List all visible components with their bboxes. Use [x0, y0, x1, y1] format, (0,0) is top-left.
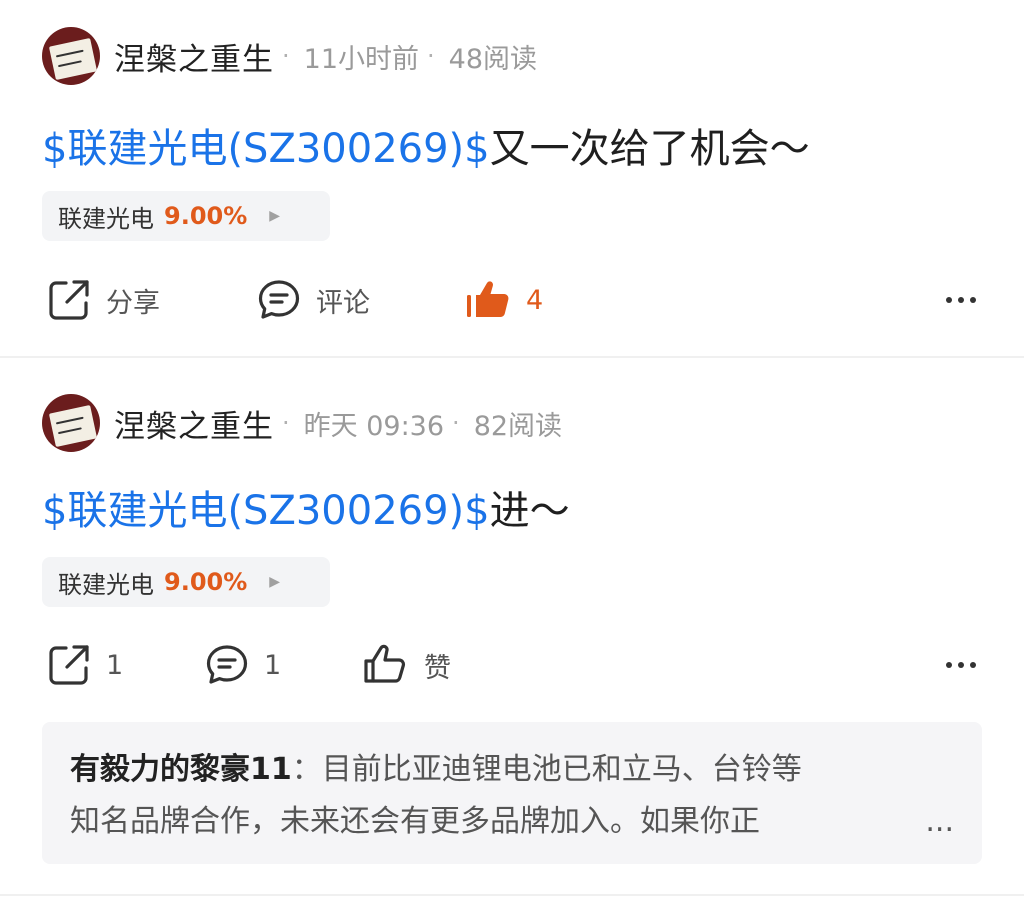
comment-separator: ：	[291, 752, 322, 787]
separator-dot: ·	[452, 409, 460, 437]
avatar[interactable]	[42, 394, 100, 452]
comment-button[interactable]: 1	[204, 642, 281, 688]
arrow-right-icon: ▶	[269, 574, 281, 590]
comment-label: 评论	[316, 287, 370, 319]
like-count: 4	[526, 284, 544, 316]
separator-dot: ·	[282, 409, 290, 437]
separator-dot: ·	[427, 42, 435, 70]
ticker-name: 联建光电	[58, 204, 154, 233]
like-button[interactable]: 4	[464, 277, 543, 323]
stock-link[interactable]: $联建光电(SZ300269)$	[42, 488, 490, 534]
share-label: 分享	[106, 287, 160, 319]
share-button[interactable]: 分享	[46, 277, 160, 323]
stock-link[interactable]: $联建光电(SZ300269)$	[42, 126, 490, 172]
post-card[interactable]: 涅槃之重生 · 11小时前 · 48阅读 $联建光电(SZ300269)$又一次…	[0, 0, 1024, 358]
more-icon[interactable]	[946, 297, 976, 303]
post-content[interactable]: $联建光电(SZ300269)$进～	[42, 478, 570, 536]
comment-author[interactable]: 有毅力的黎豪11	[70, 752, 292, 787]
post-time: 昨天 09:36	[303, 410, 445, 442]
action-bar: 1 1 赞	[42, 635, 982, 695]
read-count: 82阅读	[473, 410, 563, 442]
post-card[interactable]: 涅槃之重生 · 昨天 09:36 · 82阅读 $联建光电(SZ300269)$…	[0, 358, 1024, 896]
read-count: 48阅读	[448, 43, 537, 75]
comment-icon	[204, 642, 250, 688]
comment-text-line2: 知名品牌合作，未来还会有更多品牌加入。如果你正	[70, 804, 760, 839]
post-header: 涅槃之重生 · 11小时前 · 48阅读	[42, 26, 537, 86]
share-count: 1	[106, 649, 124, 681]
like-button[interactable]: 赞	[362, 642, 451, 688]
share-icon	[46, 277, 92, 323]
comment-count: 1	[264, 649, 282, 681]
thumbs-up-icon	[362, 642, 410, 688]
comment-button[interactable]: 评论	[256, 277, 370, 323]
action-bar: 分享 评论 4	[42, 270, 982, 330]
share-icon	[46, 642, 92, 688]
stock-ticker-card[interactable]: 联建光电 9.00% ▶	[42, 557, 330, 607]
post-header: 涅槃之重生 · 昨天 09:36 · 82阅读	[42, 393, 562, 453]
post-time: 11小时前	[303, 43, 419, 75]
ticker-name: 联建光电	[58, 570, 154, 599]
comment-line: 知名品牌合作，未来还会有更多品牌加入。如果你正...	[70, 796, 954, 848]
ticker-change: 9.00%	[164, 202, 248, 230]
arrow-right-icon: ▶	[269, 208, 281, 224]
comment-preview[interactable]: 有毅力的黎豪11：目前比亚迪锂电池已和立马、台铃等 知名品牌合作，未来还会有更多…	[42, 722, 982, 864]
more-icon[interactable]	[946, 662, 976, 668]
share-button[interactable]: 1	[46, 642, 123, 688]
username[interactable]: 涅槃之重生	[114, 34, 274, 79]
like-label: 赞	[424, 652, 451, 684]
post-text: 又一次给了机会～	[489, 126, 810, 172]
post-text: 进～	[489, 488, 570, 534]
thumbs-up-icon	[464, 277, 512, 323]
comment-line: 有毅力的黎豪11：目前比亚迪锂电池已和立马、台铃等	[70, 744, 954, 796]
stock-ticker-card[interactable]: 联建光电 9.00% ▶	[42, 191, 330, 241]
comment-icon	[256, 277, 302, 323]
avatar[interactable]	[42, 27, 100, 85]
comment-text-line1: 目前比亚迪锂电池已和立马、台铃等	[321, 752, 802, 787]
username[interactable]: 涅槃之重生	[114, 401, 274, 446]
post-content[interactable]: $联建光电(SZ300269)$又一次给了机会～	[42, 116, 810, 174]
ticker-change: 9.00%	[164, 568, 248, 596]
comment-ellipsis: ...	[925, 804, 954, 839]
separator-dot: ·	[282, 42, 290, 70]
